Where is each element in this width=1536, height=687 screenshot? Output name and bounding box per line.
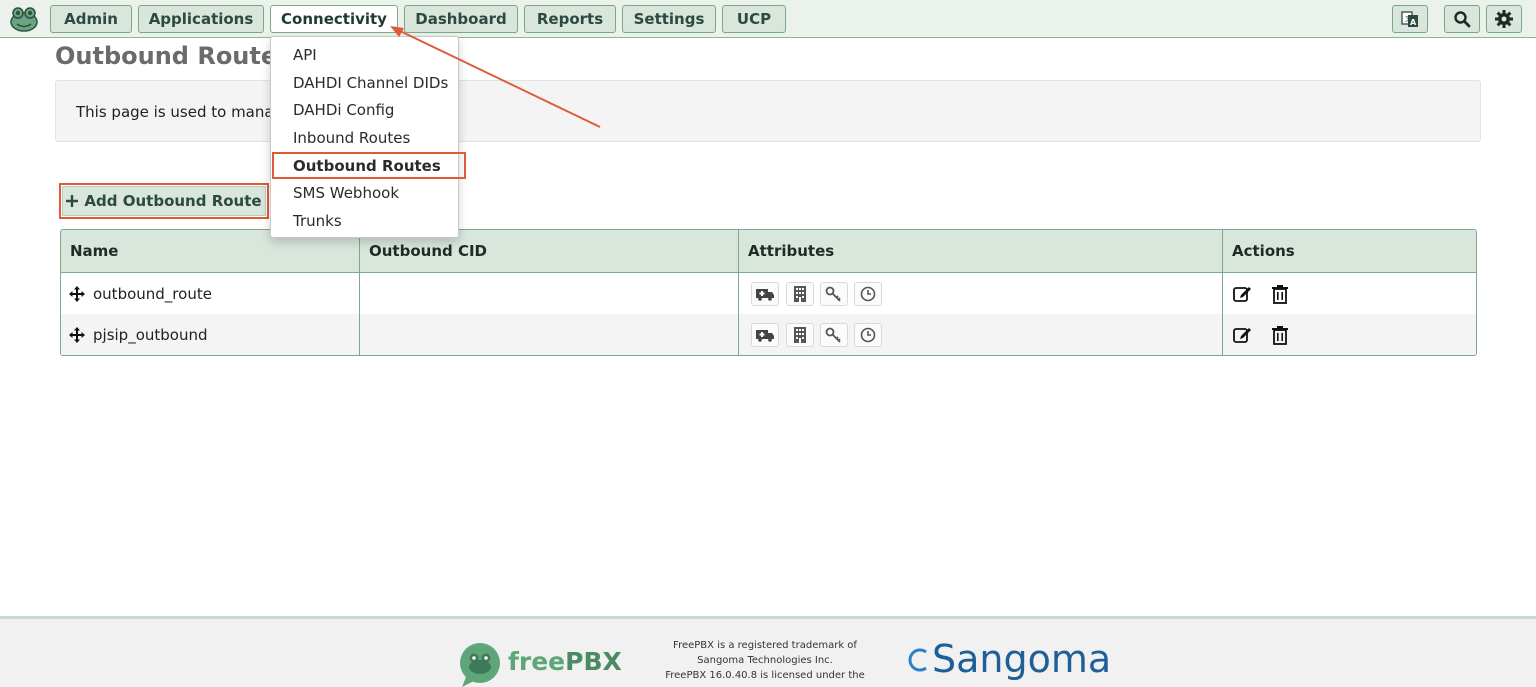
column-divider [359, 230, 360, 355]
svg-text:A: A [1410, 18, 1417, 27]
column-divider [738, 230, 739, 355]
gear-icon [1495, 10, 1513, 28]
menu-item-trunks[interactable]: Trunks [293, 212, 342, 230]
top-navbar: Admin Applications Connectivity Dashboar… [0, 0, 1536, 38]
route-name-cell: pjsip_outbound [69, 314, 208, 355]
edit-route-button[interactable] [1231, 324, 1253, 346]
table-row[interactable]: outbound_route [61, 273, 1476, 314]
outbound-routes-table: Name Outbound CID Attributes Actions out… [60, 229, 1477, 356]
nav-admin[interactable]: Admin [50, 5, 132, 33]
cloud-icon [908, 648, 927, 672]
menu-item-api[interactable]: API [293, 46, 317, 64]
edit-icon [1233, 328, 1251, 343]
translate-icon: 文 A [1401, 11, 1418, 27]
key-icon [825, 286, 841, 302]
nav-settings[interactable]: Settings [622, 5, 716, 33]
ambulance-icon [756, 330, 774, 342]
nav-connectivity[interactable]: Connectivity [270, 5, 398, 33]
info-text: This page is used to manage [76, 103, 293, 121]
info-panel: This page is used to manage [55, 80, 1481, 142]
freepbx-wordmark: freePBX [508, 647, 622, 676]
nav-ucp[interactable]: UCP [722, 5, 786, 33]
frog-logo-icon[interactable] [8, 5, 40, 33]
edit-route-button[interactable] [1231, 283, 1253, 305]
header-actions[interactable]: Actions [1232, 230, 1295, 273]
intra-company-attribute[interactable] [786, 282, 814, 306]
emergency-attribute[interactable] [751, 323, 779, 347]
legal-text: FreePBX is a registered trademark of San… [655, 638, 875, 683]
menu-item-inbound-routes[interactable]: Inbound Routes [293, 129, 410, 147]
route-name: outbound_route [93, 284, 212, 303]
column-divider [1222, 230, 1223, 355]
menu-item-dahdi-config[interactable]: DAHDi Config [293, 101, 394, 119]
emergency-attribute[interactable] [751, 282, 779, 306]
connectivity-dropdown-menu: API DAHDI Channel DIDs DAHDi Config Inbo… [270, 36, 459, 238]
search-icon [1454, 11, 1471, 28]
ambulance-icon [756, 289, 774, 301]
add-outbound-route-button[interactable]: Add Outbound Route [62, 186, 266, 216]
legal-line: Sangoma Technologies Inc. [697, 655, 833, 666]
trash-icon [1272, 326, 1288, 345]
settings-button[interactable] [1486, 5, 1522, 33]
sangoma-wordmark: Sangoma [932, 637, 1112, 681]
freepbx-wordmark-a: free [508, 647, 566, 676]
table-row[interactable]: pjsip_outbound [61, 314, 1476, 355]
move-icon[interactable] [69, 285, 85, 302]
intra-company-attribute[interactable] [786, 323, 814, 347]
nav-reports[interactable]: Reports [524, 5, 616, 33]
password-attribute[interactable] [820, 323, 848, 347]
time-condition-attribute[interactable] [854, 323, 882, 347]
edit-icon [1233, 287, 1251, 302]
legal-line: FreePBX 16.0.40.8 is licensed under the [665, 670, 865, 681]
header-name[interactable]: Name [70, 230, 118, 273]
move-icon[interactable] [69, 326, 85, 343]
password-attribute[interactable] [820, 282, 848, 306]
header-attributes[interactable]: Attributes [748, 230, 834, 273]
clock-icon [860, 327, 876, 343]
page-footer: freePBX FreePBX is a registered trademar… [0, 616, 1536, 687]
freepbx-wordmark-b: PBX [565, 647, 622, 676]
plus-icon [66, 195, 79, 207]
translate-button[interactable]: 文 A [1392, 5, 1428, 33]
building-icon [794, 286, 806, 302]
add-outbound-route-label: Add Outbound Route [84, 192, 262, 210]
nav-dashboard[interactable]: Dashboard [404, 5, 518, 33]
nav-applications[interactable]: Applications [138, 5, 264, 33]
page-title: Outbound Routes [55, 42, 292, 70]
freepbx-logo-icon [460, 643, 500, 687]
route-name: pjsip_outbound [93, 325, 208, 344]
menu-item-sms-webhook[interactable]: SMS Webhook [293, 184, 399, 202]
sangoma-logo: Sangoma [902, 637, 1111, 681]
trash-icon [1272, 285, 1288, 304]
clock-icon [860, 286, 876, 302]
menu-item-dahdi-channel-dids[interactable]: DAHDI Channel DIDs [293, 74, 448, 92]
menu-item-outbound-routes[interactable]: Outbound Routes [293, 157, 441, 175]
search-button[interactable] [1444, 5, 1480, 33]
delete-route-button[interactable] [1269, 324, 1291, 346]
key-icon [825, 327, 841, 343]
time-condition-attribute[interactable] [854, 282, 882, 306]
delete-route-button[interactable] [1269, 283, 1291, 305]
building-icon [794, 327, 806, 343]
route-name-cell: outbound_route [69, 273, 212, 314]
legal-line: FreePBX is a registered trademark of [673, 640, 857, 651]
